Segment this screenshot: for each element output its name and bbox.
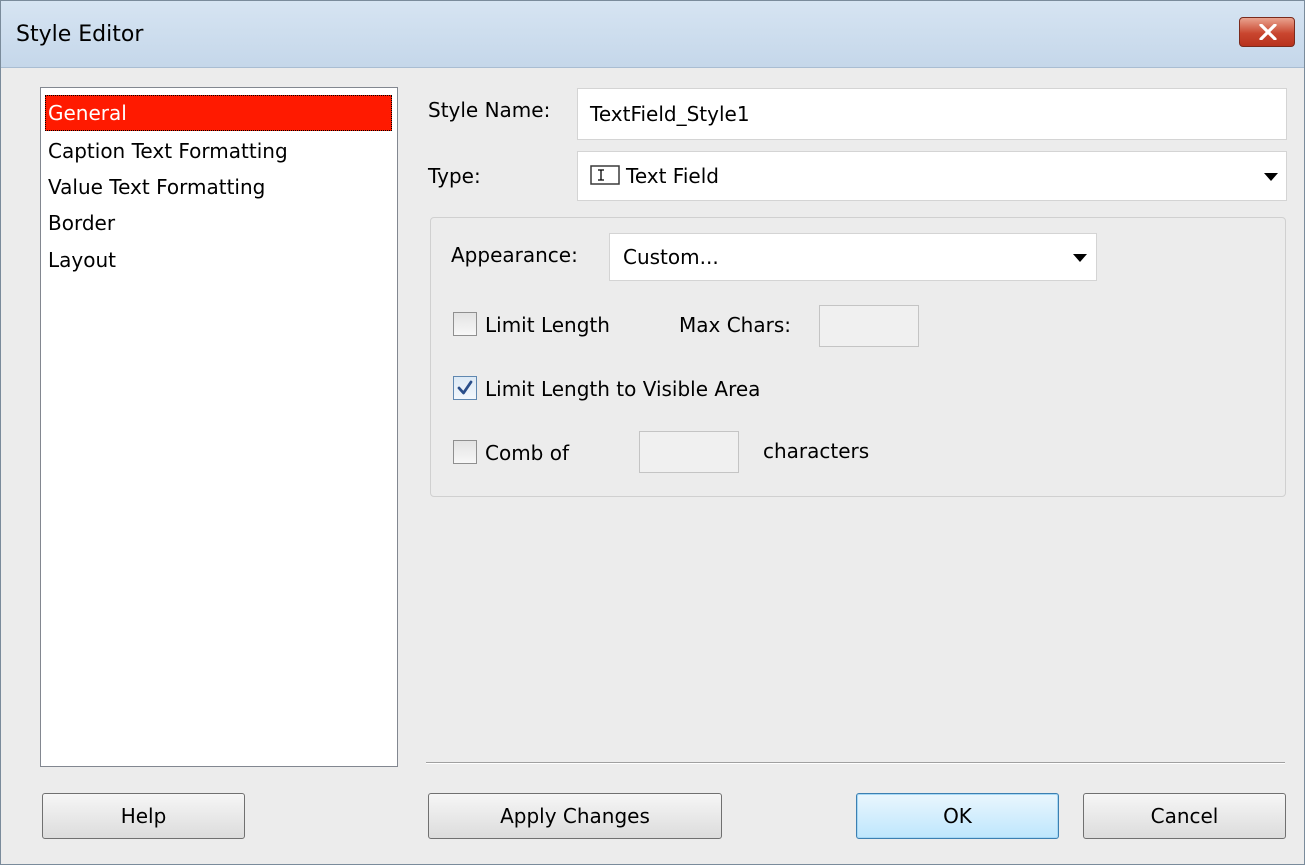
checkmark-icon bbox=[457, 380, 473, 395]
sidebar-item-border[interactable]: Border bbox=[45, 205, 115, 241]
chevron-down-icon bbox=[1264, 173, 1278, 181]
apply-changes-button-label: Apply Changes bbox=[500, 804, 650, 828]
cancel-button-label: Cancel bbox=[1150, 804, 1219, 828]
style-name-label: Style Name: bbox=[428, 98, 551, 122]
max-chars-input[interactable] bbox=[819, 305, 919, 347]
comb-chars-input[interactable] bbox=[639, 431, 739, 473]
style-editor-dialog: Style Editor General Caption Text Format… bbox=[0, 0, 1305, 865]
limit-visible-area-label[interactable]: Limit Length to Visible Area bbox=[485, 377, 760, 401]
characters-label: characters bbox=[763, 439, 870, 463]
ok-button-label: OK bbox=[943, 804, 972, 828]
type-label: Type: bbox=[428, 164, 481, 188]
button-separator bbox=[426, 762, 1285, 764]
sidebar-item-general[interactable]: General bbox=[45, 95, 392, 131]
close-button[interactable] bbox=[1239, 17, 1295, 47]
help-button[interactable]: Help bbox=[42, 793, 245, 839]
close-icon bbox=[1259, 24, 1277, 40]
max-chars-label: Max Chars: bbox=[679, 313, 791, 337]
ok-button[interactable]: OK bbox=[856, 793, 1059, 839]
appearance-label: Appearance: bbox=[451, 243, 578, 267]
appearance-dropdown[interactable]: Custom... bbox=[609, 233, 1097, 281]
limit-length-label[interactable]: Limit Length bbox=[485, 313, 610, 337]
sidebar-item-layout[interactable]: Layout bbox=[45, 242, 116, 278]
appearance-value: Custom... bbox=[623, 245, 719, 269]
help-button-label: Help bbox=[120, 804, 167, 828]
limit-length-checkbox[interactable] bbox=[453, 312, 477, 336]
type-value: Text Field bbox=[626, 164, 719, 188]
window-title: Style Editor bbox=[16, 22, 144, 47]
sidebar-item-caption-text-formatting[interactable]: Caption Text Formatting bbox=[45, 133, 288, 169]
type-dropdown[interactable]: Text Field bbox=[577, 151, 1287, 201]
apply-changes-button[interactable]: Apply Changes bbox=[428, 793, 722, 839]
category-list[interactable]: General Caption Text Formatting Value Te… bbox=[40, 87, 398, 767]
text-field-icon bbox=[590, 165, 620, 185]
limit-visible-area-checkbox[interactable] bbox=[453, 376, 477, 400]
style-name-value: TextField_Style1 bbox=[590, 102, 750, 126]
comb-of-label[interactable]: Comb of bbox=[485, 441, 569, 465]
comb-of-checkbox[interactable] bbox=[453, 440, 477, 464]
cancel-button[interactable]: Cancel bbox=[1083, 793, 1286, 839]
style-name-input[interactable]: TextField_Style1 bbox=[577, 88, 1287, 140]
title-bar[interactable]: Style Editor bbox=[1, 1, 1304, 68]
sidebar-item-value-text-formatting[interactable]: Value Text Formatting bbox=[45, 169, 265, 205]
chevron-down-icon bbox=[1073, 254, 1087, 262]
